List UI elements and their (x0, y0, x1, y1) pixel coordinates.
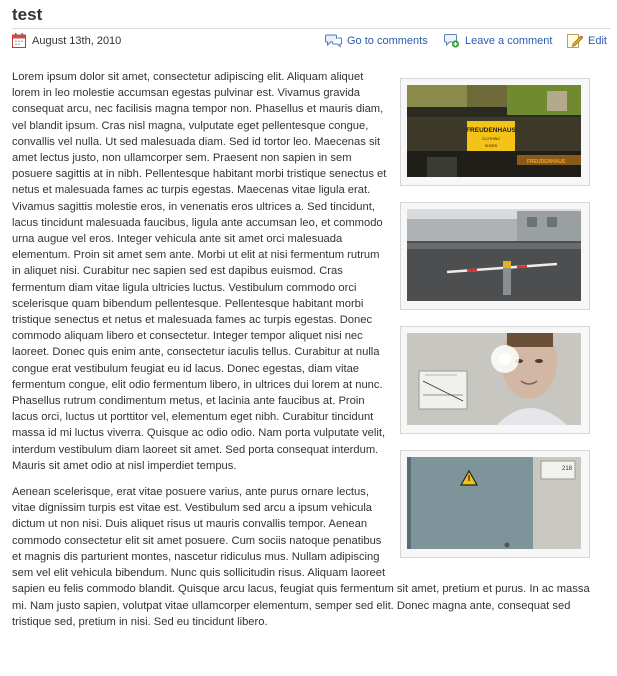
post-meta: August 13th, 2010 Go to comments Leave a… (12, 33, 611, 51)
storefront-sign-line2: CLOTHING (482, 137, 500, 141)
post-date-text: August 13th, 2010 (32, 34, 122, 47)
edit-link[interactable]: Edit (567, 33, 607, 48)
leave-comment-link[interactable]: Leave a comment (444, 33, 552, 48)
speech-bubble-icon (325, 33, 342, 48)
go-to-comments-label[interactable]: Go to comments (347, 35, 428, 47)
pencil-icon (567, 33, 583, 48)
add-comment-icon (444, 33, 460, 48)
storefront-awning-text: FREUDENHAUS (527, 159, 566, 165)
post-title[interactable]: test (12, 5, 42, 25)
post-date: August 13th, 2010 (12, 33, 121, 48)
gallery-image-parking-barrier[interactable] (400, 202, 590, 310)
storefront-sign-title: FREUDENHAUS (466, 127, 517, 134)
blog-post: test August 13th, 2010 Go to comments Le… (0, 0, 617, 676)
title-divider (12, 28, 611, 29)
leave-comment-label[interactable]: Leave a comment (465, 35, 552, 47)
gallery-image-door[interactable]: 218 (400, 450, 590, 558)
storefront-sign-line3: SHOES (485, 144, 498, 148)
post-content: FREUDENHAUS CLOTHING SHOES FREUDENHAUS 2… (12, 69, 590, 640)
go-to-comments-link[interactable]: Go to comments (325, 33, 428, 48)
gallery-image-poster-face[interactable] (400, 326, 590, 434)
door-label-number: 218 (562, 466, 573, 472)
calendar-icon (12, 33, 26, 48)
image-gallery: FREUDENHAUS CLOTHING SHOES FREUDENHAUS 2… (400, 78, 590, 574)
edit-label[interactable]: Edit (588, 35, 607, 47)
gallery-image-storefront[interactable]: FREUDENHAUS CLOTHING SHOES FREUDENHAUS (400, 78, 590, 186)
